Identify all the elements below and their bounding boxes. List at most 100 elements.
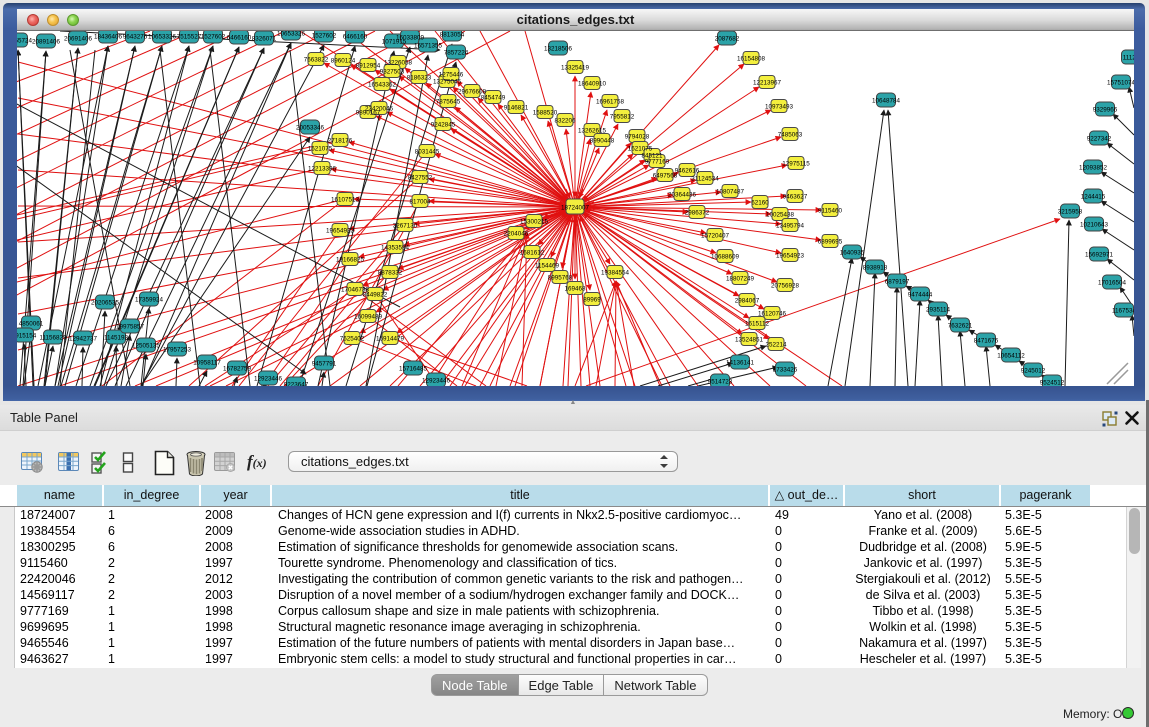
svg-text:6466160: 6466160 [343, 34, 368, 41]
svg-text:9327503: 9327503 [380, 69, 405, 76]
svg-text:9794028: 9794028 [625, 134, 650, 141]
svg-text:2087682: 2087682 [715, 36, 740, 43]
svg-text:12213396: 12213396 [308, 166, 337, 173]
svg-text:6879197: 6879197 [885, 279, 910, 286]
svg-text:19166825: 19166825 [336, 257, 365, 264]
svg-text:14055724: 14055724 [17, 38, 32, 45]
svg-text:16571355: 16571355 [414, 43, 443, 50]
svg-text:10210643: 10210643 [1080, 222, 1109, 229]
svg-text:8326071: 8326071 [252, 36, 277, 43]
svg-text:20891406: 20891406 [32, 39, 61, 46]
svg-text:7515527: 7515527 [177, 34, 202, 41]
svg-text:9329966: 9329966 [1093, 107, 1118, 114]
svg-text:20206535: 20206535 [91, 300, 120, 307]
svg-text:7663822: 7663822 [304, 57, 329, 64]
svg-text:2718176: 2718176 [328, 138, 353, 145]
svg-text:8912954: 8912954 [356, 63, 381, 70]
svg-text:18640910: 18640910 [578, 81, 607, 88]
svg-text:13524851: 13524851 [735, 337, 764, 344]
svg-text:18724007: 18724007 [561, 205, 590, 212]
svg-text:19654923: 19654923 [326, 228, 355, 235]
svg-text:12213967: 12213967 [753, 80, 782, 87]
svg-text:62160: 62160 [751, 200, 769, 207]
svg-text:20053346: 20053346 [296, 125, 325, 132]
svg-text:14353594: 14353594 [381, 245, 410, 252]
svg-text:169468: 169468 [564, 286, 586, 293]
svg-text:10958117: 10958117 [193, 360, 221, 367]
svg-text:6899695: 6899695 [818, 239, 843, 246]
svg-text:8449822: 8449822 [363, 292, 388, 299]
svg-text:7857224: 7857224 [444, 50, 469, 57]
svg-text:8960124: 8960124 [331, 58, 356, 65]
svg-text:2986372: 2986372 [685, 210, 710, 217]
svg-text:1640935: 1640935 [840, 250, 865, 257]
svg-text:9524512: 9524512 [1040, 380, 1065, 387]
svg-text:7632621: 7632621 [948, 323, 973, 330]
svg-text:832206: 832206 [554, 118, 576, 125]
svg-text:12505135: 12505135 [132, 343, 161, 350]
svg-text:9115460: 9115460 [818, 208, 843, 215]
svg-text:8454749: 8454749 [481, 95, 506, 102]
svg-text:10648784: 10648784 [872, 98, 901, 105]
svg-text:16543362: 16543362 [368, 82, 397, 89]
svg-text:3215958: 3215958 [1058, 209, 1083, 216]
svg-text:16120746: 16120746 [758, 311, 787, 318]
svg-text:9643276: 9643276 [123, 34, 148, 41]
svg-text:9462616: 9462616 [675, 168, 700, 175]
svg-text:8031445: 8031445 [415, 149, 440, 156]
svg-text:1588520: 1588520 [533, 110, 558, 117]
svg-text:1167534: 1167534 [1112, 308, 1134, 315]
svg-text:3267130: 3267130 [393, 223, 418, 230]
svg-text:15716485: 15716485 [399, 366, 428, 373]
svg-text:14136141: 14136141 [726, 360, 755, 367]
svg-text:9223647: 9223647 [284, 382, 309, 387]
svg-text:13275045: 13275045 [433, 79, 462, 86]
svg-text:2204046: 2204046 [504, 231, 529, 238]
svg-text:13325419: 13325419 [561, 65, 590, 72]
svg-text:1615112: 1615112 [745, 321, 770, 328]
svg-text:10653326: 10653326 [148, 34, 177, 41]
svg-text:16099489: 16099489 [354, 314, 383, 321]
svg-text:1733426: 1733426 [773, 367, 798, 374]
svg-text:4850061: 4850061 [19, 321, 44, 328]
svg-text:252214: 252214 [765, 342, 787, 349]
svg-text:23420046: 23420046 [365, 106, 394, 113]
svg-text:12923446: 12923446 [254, 376, 283, 383]
svg-text:16154808: 16154808 [737, 56, 766, 63]
svg-text:8186323: 8186323 [407, 75, 432, 82]
svg-text:17016504: 17016504 [1098, 280, 1127, 287]
svg-text:8990448: 8990448 [590, 138, 615, 145]
svg-text:9242845: 9242845 [431, 122, 456, 129]
svg-text:3915154: 3915154 [17, 333, 37, 340]
svg-text:1527602: 1527602 [201, 34, 226, 41]
svg-text:89969: 89969 [583, 297, 601, 304]
svg-text:9777169: 9777169 [645, 159, 670, 166]
svg-text:9227342: 9227342 [1087, 136, 1112, 143]
svg-text:20364436: 20364436 [668, 192, 697, 199]
svg-text:7875645: 7875645 [436, 99, 461, 106]
svg-text:7485063: 7485063 [778, 132, 803, 139]
svg-text:9463627: 9463627 [783, 194, 808, 201]
svg-text:8471676: 8471676 [974, 338, 999, 345]
svg-text:8938918: 8938918 [863, 265, 888, 272]
svg-text:1527602: 1527602 [312, 33, 337, 40]
svg-text:20756928: 20756928 [771, 283, 800, 290]
svg-text:1244415: 1244415 [1081, 194, 1106, 201]
svg-text:19384554: 19384554 [601, 270, 630, 277]
svg-text:19654923: 19654923 [776, 253, 805, 260]
svg-text:13226058: 13226058 [384, 60, 413, 67]
svg-text:20691406: 20691406 [64, 36, 93, 43]
svg-text:10973493: 10973493 [765, 104, 794, 111]
svg-text:1275446: 1275446 [439, 72, 464, 79]
svg-text:19975857: 19975857 [116, 324, 145, 331]
svg-text:10688609: 10688609 [711, 254, 740, 261]
svg-text:15300215: 15300215 [520, 219, 549, 226]
svg-text:7625402: 7625402 [340, 336, 365, 343]
svg-text:9245012: 9245012 [1021, 368, 1046, 375]
svg-text:16107513: 16107513 [331, 197, 360, 204]
svg-text:6466160: 6466160 [227, 35, 252, 42]
svg-text:8427552: 8427552 [408, 175, 433, 182]
svg-text:10807487: 10807487 [716, 189, 745, 196]
svg-text:11124: 11124 [1123, 55, 1134, 62]
svg-text:16033809: 16033809 [396, 35, 425, 42]
